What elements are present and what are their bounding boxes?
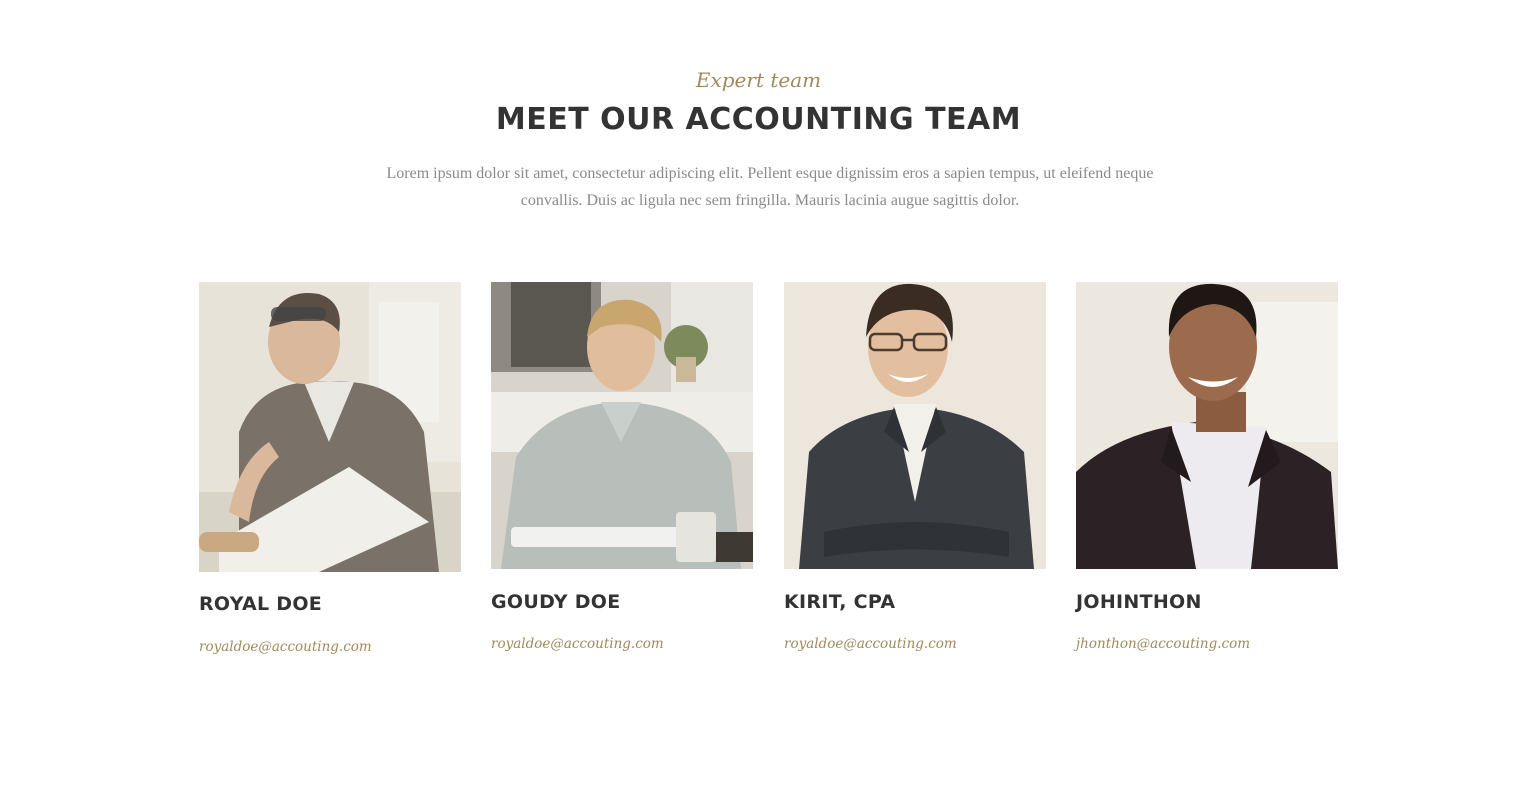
member-photo[interactable]	[1076, 282, 1338, 569]
team-member-card: KIRIT, CPA royaldoe@accouting.com	[784, 282, 1046, 652]
member-email-link[interactable]: jhonthon@accouting.com	[1076, 636, 1250, 652]
member-name: KIRIT, CPA	[784, 591, 896, 613]
member-photo[interactable]	[199, 282, 461, 572]
member-photo[interactable]	[491, 282, 753, 569]
team-member-card: JOHINTHON jhonthon@accouting.com	[1076, 282, 1338, 652]
team-member-card: GOUDY DOE royaldoe@accouting.com	[491, 282, 753, 652]
member-name: ROYAL DOE	[199, 593, 323, 615]
section-eyebrow: Expert team	[695, 68, 822, 92]
team-member-card: ROYAL DOE royaldoe@accouting.com	[199, 282, 461, 655]
section-intro: Lorem ipsum dolor sit amet, consectetur …	[386, 165, 1154, 209]
member-email-link[interactable]: royaldoe@accouting.com	[784, 636, 957, 652]
member-name: GOUDY DOE	[491, 591, 621, 613]
member-email-link[interactable]: royaldoe@accouting.com	[199, 639, 372, 655]
member-name: JOHINTHON	[1076, 591, 1202, 613]
member-email-link[interactable]: royaldoe@accouting.com	[491, 636, 664, 652]
member-photo[interactable]	[784, 282, 1046, 569]
section-title: MEET OUR ACCOUNTING TEAM	[495, 102, 1022, 137]
